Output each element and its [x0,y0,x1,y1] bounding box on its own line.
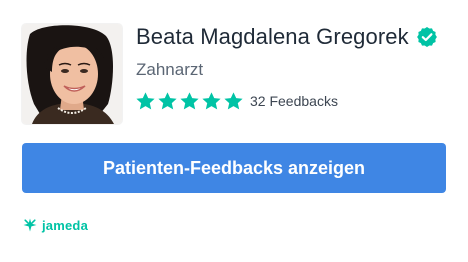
jameda-brand-link[interactable]: jameda [22,215,88,235]
doctor-specialty: Zahnarzt [136,60,204,79]
star-icon [179,91,200,112]
jameda-logo-icon [22,217,38,233]
doctor-widget: Beata Magdalena Gregorek Zahnarzt 32 Fee… [0,0,468,262]
name-row: Beata Magdalena Gregorek [136,22,437,52]
show-feedbacks-button[interactable]: Patienten-Feedbacks anzeigen [22,143,446,193]
star-icon [223,91,244,112]
star-icon [201,91,222,112]
doctor-avatar[interactable] [22,24,122,124]
star-icon [135,91,156,112]
rating-row[interactable]: 32 Feedbacks [135,90,338,112]
brand-name: jameda [42,217,89,233]
verified-check-icon [416,27,437,47]
rating-stars [135,91,244,112]
doctor-name[interactable]: Beata Magdalena Gregorek [136,24,409,50]
star-icon [157,91,178,112]
doctor-photo [22,24,122,124]
feedback-count[interactable]: 32 Feedbacks [250,93,338,109]
